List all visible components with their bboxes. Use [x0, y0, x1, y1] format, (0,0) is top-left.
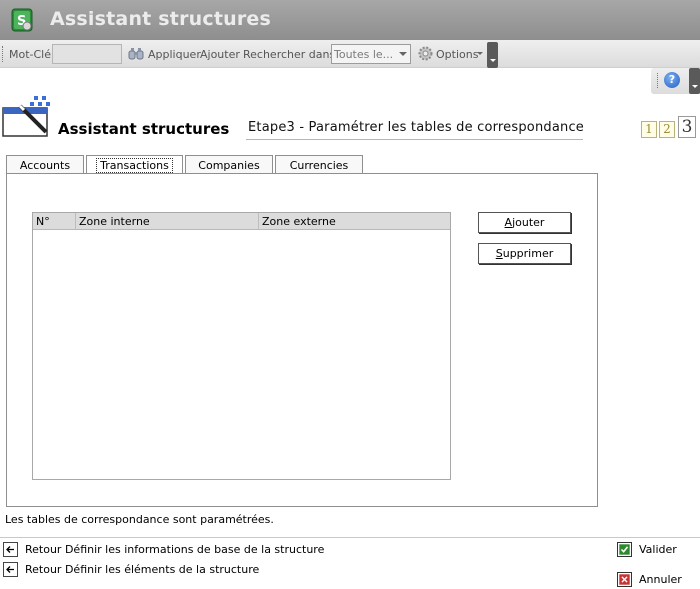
help-toolbar-grip[interactable] — [657, 73, 658, 88]
search-in-label: Rechercher dans — [243, 48, 336, 61]
search-in-value: Toutes le... — [334, 48, 394, 61]
column-header-number[interactable]: N° — [36, 215, 50, 228]
column-header-external-zone[interactable]: Zone externe — [262, 215, 336, 228]
validate-label: Valider — [639, 543, 677, 556]
help-toolbar: ? — [651, 68, 700, 94]
column-header-internal-zone[interactable]: Zone interne — [79, 215, 150, 228]
add-button-accel: A — [504, 216, 513, 229]
remove-button[interactable]: Supprimer — [478, 243, 571, 264]
gear-icon[interactable] — [417, 45, 434, 62]
toolbar-grip[interactable] — [2, 46, 4, 62]
status-message: Les tables de correspondance sont paramé… — [5, 513, 274, 526]
tab-accounts-label: Accounts — [19, 159, 71, 172]
chevron-down-icon — [399, 52, 407, 56]
add-button[interactable]: Ajouter — [478, 212, 571, 233]
step-2-indicator[interactable]: 2 — [659, 121, 675, 138]
toolbar-spacer — [0, 68, 651, 94]
binoculars-icon[interactable] — [128, 47, 144, 60]
arrow-left-icon — [3, 562, 18, 577]
add-toolbar-button[interactable]: Ajouter — [200, 48, 240, 61]
checkmark-icon — [617, 542, 632, 557]
keyword-label: Mot-Clé — [9, 48, 52, 61]
wizard-wand-icon — [2, 96, 50, 137]
step-description: Etape3 - Paramétrer les tables de corres… — [248, 120, 585, 135]
arrow-left-icon — [3, 542, 18, 557]
title-bar: S Assistant structures — [0, 0, 700, 40]
column-divider[interactable] — [75, 213, 76, 229]
step-1-indicator[interactable]: 1 — [641, 121, 657, 138]
options-chevron-icon[interactable] — [477, 52, 483, 55]
remove-button-accel: S — [495, 247, 503, 260]
remove-button-label: upprimer — [502, 247, 554, 260]
cancel-label: Annuler — [639, 573, 682, 586]
close-icon — [617, 572, 632, 587]
tab-currencies[interactable]: Currencies — [275, 155, 363, 174]
table-header: N° Zone interne Zone externe — [33, 213, 450, 230]
toolbar: Mot-Clé Appliquer Ajouter Rechercher dan… — [0, 40, 700, 68]
search-in-select[interactable]: Toutes le... — [331, 44, 411, 64]
tab-companies[interactable]: Companies — [185, 155, 273, 174]
step-3-indicator: 3 — [678, 116, 696, 138]
help-toolbar-overflow-button[interactable] — [689, 68, 700, 94]
header-title: Assistant structures — [58, 120, 230, 138]
tab-transactions-label: Transactions — [96, 158, 173, 173]
tab-accounts[interactable]: Accounts — [6, 155, 84, 174]
back-link-label: Retour Définir les informations de base … — [25, 543, 325, 556]
add-button-label: jouter — [512, 216, 545, 229]
header-underline — [246, 139, 583, 140]
toolbar-overflow-button[interactable] — [487, 42, 498, 68]
apply-button[interactable]: Appliquer — [148, 48, 201, 61]
options-button[interactable]: Options — [436, 48, 478, 61]
footer-divider — [0, 537, 700, 538]
column-divider[interactable] — [258, 213, 259, 229]
app-logo-icon: S — [11, 8, 33, 32]
tab-currencies-label: Currencies — [289, 159, 349, 172]
keyword-input[interactable] — [52, 44, 122, 64]
tab-transactions[interactable]: Transactions — [86, 155, 183, 174]
tab-companies-label: Companies — [198, 159, 260, 172]
window-title: Assistant structures — [50, 8, 271, 30]
mapping-table[interactable]: N° Zone interne Zone externe — [32, 212, 451, 480]
help-icon[interactable]: ? — [664, 72, 680, 88]
back-link-label: Retour Définir les éléments de la struct… — [25, 563, 260, 576]
